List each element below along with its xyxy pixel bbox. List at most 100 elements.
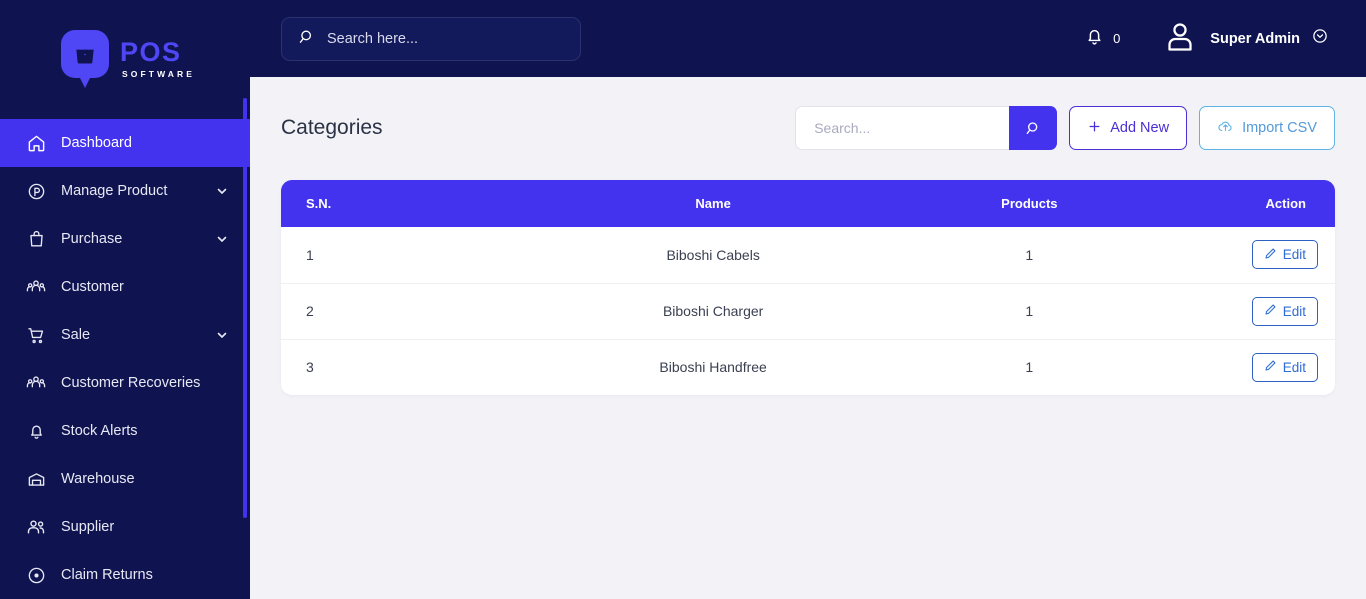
upload-cloud-icon <box>1217 118 1234 139</box>
brand-name: POS <box>120 36 182 67</box>
page-title: Categories <box>281 116 383 139</box>
add-new-button[interactable]: Add New <box>1069 106 1188 150</box>
cell-name: Biboshi Handfree <box>659 359 767 376</box>
sidebar-item-purchase[interactable]: Purchase <box>0 215 250 263</box>
table-row: 2 Biboshi Charger 1 Edit <box>281 283 1335 339</box>
user-menu[interactable]: Super Admin <box>1162 18 1328 59</box>
sidebar-item-label: Warehouse <box>61 471 135 487</box>
table-row: 1 Biboshi Cabels 1 Edit <box>281 227 1335 283</box>
sidebar-item-label: Manage Product <box>61 183 168 199</box>
shopping-bag-logo-icon <box>61 29 110 78</box>
search-button[interactable] <box>1009 106 1058 150</box>
global-search[interactable] <box>281 16 581 61</box>
sidebar-item-dashboard[interactable]: Dashboard <box>0 119 250 167</box>
content-area: Categories Search... Add New Import CSV … <box>250 77 1366 599</box>
customer-group-icon <box>25 276 47 298</box>
edit-label: Edit <box>1282 359 1306 375</box>
sidebar-item-claim-returns[interactable]: Claim Returns <box>0 551 250 599</box>
chevron-down-icon[interactable] <box>216 233 228 245</box>
cell-name: Biboshi Charger <box>662 303 764 319</box>
cell-name: Biboshi Cabels <box>666 246 760 263</box>
add-new-label: Add New <box>1110 120 1170 136</box>
edit-label: Edit <box>1282 247 1306 263</box>
search-input[interactable] <box>795 106 1010 150</box>
cell-action: Edit <box>1145 227 1335 283</box>
cell-products: 1 <box>1025 246 1034 263</box>
import-csv-label: Import CSV <box>1242 120 1317 136</box>
bell-icon <box>25 420 47 442</box>
logo-mark <box>61 29 110 88</box>
edit-button[interactable]: Edit <box>1251 240 1318 270</box>
categories-table: S.N. Name Products Action 1 Biboshi Cabe… <box>281 180 1335 395</box>
plus-icon <box>1087 119 1102 138</box>
home-icon <box>25 132 47 154</box>
sidebar-item-label: Sale <box>61 327 91 343</box>
sidebar-nav: Dashboard Manage Product Purchase Custom… <box>0 117 250 599</box>
shopping-bag-icon <box>25 228 47 250</box>
edit-button[interactable]: Edit <box>1251 352 1318 382</box>
search-icon <box>298 28 315 50</box>
sidebar-scrollbar[interactable] <box>243 98 247 518</box>
sidebar-item-stock-alerts[interactable]: Stock Alerts <box>0 407 250 455</box>
sidebar-item-label: Claim Returns <box>61 567 153 583</box>
sidebar-item-label: Customer Recoveries <box>61 375 201 391</box>
edit-label: Edit <box>1282 303 1306 319</box>
table-body: 1 Biboshi Cabels 1 Edit 2 Biboshi Charge… <box>281 227 1335 395</box>
app-root: POS SOFTWARE Dashboard Manage Product Pu… <box>0 0 1366 599</box>
toolbar: Add New Import CSV <box>795 106 1335 150</box>
import-csv-button[interactable]: Import CSV <box>1199 106 1335 150</box>
cell-products: 1 <box>1025 303 1034 319</box>
main-area: 0 Super Admin <box>250 0 1366 599</box>
bell-icon <box>1084 26 1105 52</box>
sidebar-item-manage-product[interactable]: Manage Product <box>0 167 250 215</box>
sidebar-item-label: Dashboard <box>61 135 132 151</box>
column-header-products: Products <box>1001 196 1058 211</box>
sidebar-item-sale[interactable]: Sale <box>0 311 250 359</box>
target-dot-icon <box>25 564 47 586</box>
customer-group-icon <box>25 372 47 394</box>
shopping-cart-icon <box>25 324 47 346</box>
warehouse-icon <box>25 468 47 490</box>
logo-bubble-tail <box>78 73 93 88</box>
cell-sn: 3 <box>306 359 314 376</box>
sidebar-item-label: Supplier <box>61 519 115 535</box>
content-header: Categories Search... Add New Import CSV <box>281 105 1335 151</box>
cell-action: Edit <box>1145 339 1335 395</box>
table-head: S.N. Name Products Action <box>281 180 1335 227</box>
brand-logo[interactable]: POS SOFTWARE <box>0 0 250 117</box>
pencil-icon <box>1264 359 1277 375</box>
avatar <box>1162 18 1198 59</box>
sidebar-item-warehouse[interactable]: Warehouse <box>0 455 250 503</box>
logo-text: POS SOFTWARE <box>120 36 195 79</box>
brand-subtitle: SOFTWARE <box>122 68 195 79</box>
sidebar-item-label: Stock Alerts <box>61 423 138 439</box>
pencil-icon <box>1264 303 1277 319</box>
column-header-sn: S.N. <box>306 196 332 211</box>
sidebar: POS SOFTWARE Dashboard Manage Product Pu… <box>0 0 250 599</box>
chevron-down-icon[interactable] <box>216 329 228 341</box>
sidebar-item-customer-recoveries[interactable]: Customer Recoveries <box>0 359 250 407</box>
notifications-button[interactable]: 0 <box>1084 26 1120 52</box>
user-name: Super Admin <box>1210 30 1300 47</box>
column-header-action: Action <box>1265 196 1306 211</box>
cell-sn: 2 <box>306 303 314 319</box>
sidebar-item-label: Purchase <box>61 231 123 247</box>
pencil-icon <box>1264 247 1277 263</box>
sidebar-item-customer[interactable]: Customer <box>0 263 250 311</box>
notification-count: 0 <box>1113 31 1121 46</box>
sidebar-item-label: Customer <box>61 279 124 295</box>
chevron-down-icon[interactable] <box>216 185 228 197</box>
chevron-down-icon[interactable] <box>1312 28 1328 49</box>
topbar: 0 Super Admin <box>250 0 1366 77</box>
cell-action: Edit <box>1145 283 1335 339</box>
edit-button[interactable]: Edit <box>1251 296 1318 326</box>
users-icon <box>25 516 47 538</box>
categories-table-card: S.N. Name Products Action 1 Biboshi Cabe… <box>281 180 1335 395</box>
topbar-right: 0 Super Admin <box>1084 18 1328 59</box>
global-search-input[interactable] <box>327 30 564 47</box>
table-row: 3 Biboshi Handfree 1 Edit <box>281 339 1335 395</box>
sidebar-item-supplier[interactable]: Supplier <box>0 503 250 551</box>
table-search <box>795 106 1058 150</box>
column-header-name: Name <box>695 196 731 211</box>
product-circle-p-icon <box>25 180 47 202</box>
